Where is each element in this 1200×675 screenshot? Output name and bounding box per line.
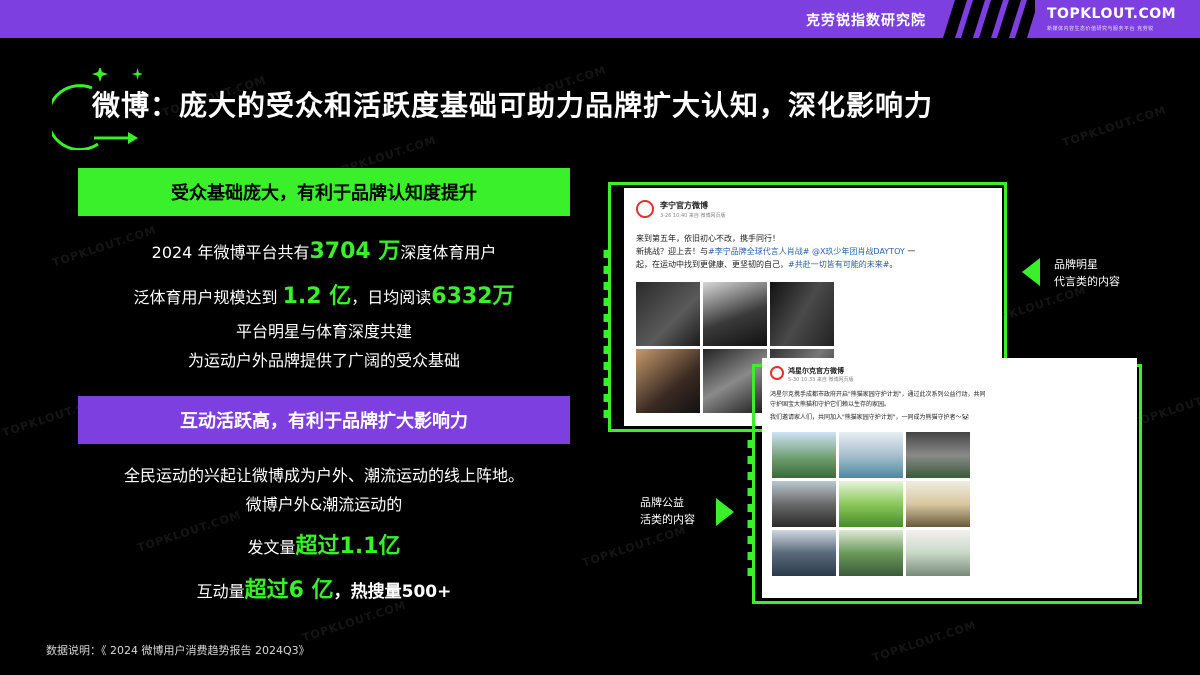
label-line: 代言类的内容 xyxy=(1054,275,1120,288)
post-text-segment: 一 xyxy=(904,247,916,256)
stat-text: 深度体育用户 xyxy=(400,243,497,262)
post-photo[interactable] xyxy=(906,432,970,478)
post-text: 新挑战？迎上去！与#李宁品牌全球代言人肖战# @X玖少年团肖战DAYTOY 一 xyxy=(636,245,915,258)
weibo-post-erke: 鸿星尔克官方微博 5-30 10:33 来自 微博网页版 鸿星尔克携手成都市政府… xyxy=(762,358,1137,598)
brand-avatar xyxy=(636,200,654,218)
top-bar: 克劳锐指数研究院 TOPKLOUT.COM 新媒体内容生态价值研究与服务平台 克… xyxy=(0,0,1200,38)
post-author: 鸿星尔克官方微博 xyxy=(788,367,844,375)
hashtag-link[interactable]: #共赴一切皆有可能的未来# xyxy=(788,260,889,269)
stat-line-interactions: 互动量超过6 亿，热搜量500+ xyxy=(78,572,570,604)
post-photo[interactable] xyxy=(772,481,836,527)
post-photo[interactable] xyxy=(906,530,970,576)
label-line: 品牌明星 xyxy=(1054,258,1098,271)
post-photo[interactable] xyxy=(839,530,903,576)
stat-highlight: 超过6 亿 xyxy=(244,578,334,603)
post-text: 守护国宝大熊猫和守护它们赖以生存的家园。 xyxy=(770,401,891,408)
label-charity-content: 品牌公益 活类的内容 xyxy=(640,494,695,528)
post-photo[interactable] xyxy=(839,481,903,527)
stat-line-deep-users: 2024 年微博平台共有3704 万深度体育用户 xyxy=(78,233,570,265)
watermark: TOPKLOUT.COM xyxy=(1060,103,1169,150)
brand-avatar xyxy=(770,366,784,380)
page-title: 微博：庞大的受众和活跃度基础可助力品牌扩大认知，深化影响力 xyxy=(92,89,934,122)
post-text: 鸿星尔克携手成都市政府开启"熊猫家园守护计划"，通过此次系列公益行动，共同 xyxy=(770,391,986,398)
post-photo[interactable] xyxy=(636,282,700,346)
stat-highlight: 1.2 亿 xyxy=(282,284,352,309)
org-name: 克劳锐指数研究院 xyxy=(806,13,926,29)
post-meta: 3-26 10:40 来自 微博网页版 xyxy=(660,213,726,219)
section-header-audience: 受众基础庞大，有利于品牌认知度提升 xyxy=(78,168,570,216)
post-text-segment: 起，在运动中找到更健康、更坚韧的自己， xyxy=(636,260,788,269)
text-line: 为运动户外品牌提供了广阔的受众基础 xyxy=(187,351,460,370)
post-photo[interactable] xyxy=(770,282,834,346)
post-photo[interactable] xyxy=(772,530,836,576)
arrow-right-icon xyxy=(716,498,734,526)
stripe-decoration xyxy=(943,0,1035,38)
arrow-left-icon xyxy=(1022,258,1040,286)
brand-tagline: 新媒体内容生态价值研究与服务平台 克劳锐 xyxy=(1047,26,1154,32)
stat-text: 互动量 xyxy=(196,582,245,601)
dashed-accent xyxy=(747,440,753,580)
stat-text: ，日均阅读 xyxy=(351,288,432,307)
stat-text: 2024 年微博平台共有 xyxy=(151,243,310,262)
text-line: 平台明星与体育深度共建 xyxy=(235,322,412,341)
post-text-segment: 新挑战？迎上去！与 xyxy=(636,247,708,256)
post-text-segment: 。 xyxy=(889,260,898,269)
post-text: 我们邀请家人们，共同加入"熊猫家园守护计划"，一同成为熊猫守护者～🐼 xyxy=(770,414,969,421)
stat-highlight: 3704 万 xyxy=(309,239,401,264)
post-photo[interactable] xyxy=(906,481,970,527)
post-author: 李宁官方微博 xyxy=(660,201,708,210)
hashtag-link[interactable]: #李宁品牌全球代言人肖战# xyxy=(708,247,809,256)
stat-text: ，热搜量500+ xyxy=(333,582,452,602)
label-line: 品牌公益 xyxy=(640,496,684,509)
post-meta: 5-30 10:33 来自 微博网页版 xyxy=(788,377,854,383)
brand-logo: TOPKLOUT.COM xyxy=(1047,6,1177,22)
label-star-endorsement: 品牌明星 代言类的内容 xyxy=(1054,256,1120,290)
text-line: 全民运动的兴起让微博成为户外、潮流运动的线上阵地。 xyxy=(123,466,524,485)
data-source-note: 数据说明：《 2024 微博用户消费趋势报告 2024Q3》 xyxy=(46,644,310,657)
section-header-engagement: 互动活跃高，有利于品牌扩大影响力 xyxy=(78,396,570,444)
post-text: 来到第五年，依旧初心不改，携手同行！ xyxy=(636,234,780,243)
post-photo[interactable] xyxy=(772,432,836,478)
stat-line-general-users: 泛体育用户规模达到 1.2 亿，日均阅读6332万 xyxy=(78,278,570,310)
stat-highlight: 超过1.1亿 xyxy=(295,534,401,559)
post-photo[interactable] xyxy=(636,349,700,413)
text-line: 微博户外&潮流运动的 xyxy=(245,495,403,514)
post-photo[interactable] xyxy=(839,432,903,478)
watermark: TOPKLOUT.COM xyxy=(300,598,409,645)
stat-line-posts: 发文量超过1.1亿 xyxy=(78,528,570,560)
stat-highlight: 6332万 xyxy=(431,284,515,309)
watermark: TOPKLOUT.COM xyxy=(870,618,979,665)
mention-link[interactable]: @X玖少年团肖战DAYTOY xyxy=(812,247,905,256)
watermark: TOPKLOUT.COM xyxy=(580,523,689,570)
slide: TOPKLOUT.COM TOPKLOUT.COM TOPKLOUT.COM T… xyxy=(0,0,1200,675)
post-photo[interactable] xyxy=(703,282,767,346)
dashed-accent xyxy=(603,250,609,420)
post-text: 起，在运动中找到更健康、更坚韧的自己，#共赴一切皆有可能的未来#。 xyxy=(636,258,897,271)
stat-text: 发文量 xyxy=(247,538,296,557)
stat-text: 泛体育用户规模达到 xyxy=(133,288,278,307)
label-line: 活类的内容 xyxy=(640,513,695,526)
